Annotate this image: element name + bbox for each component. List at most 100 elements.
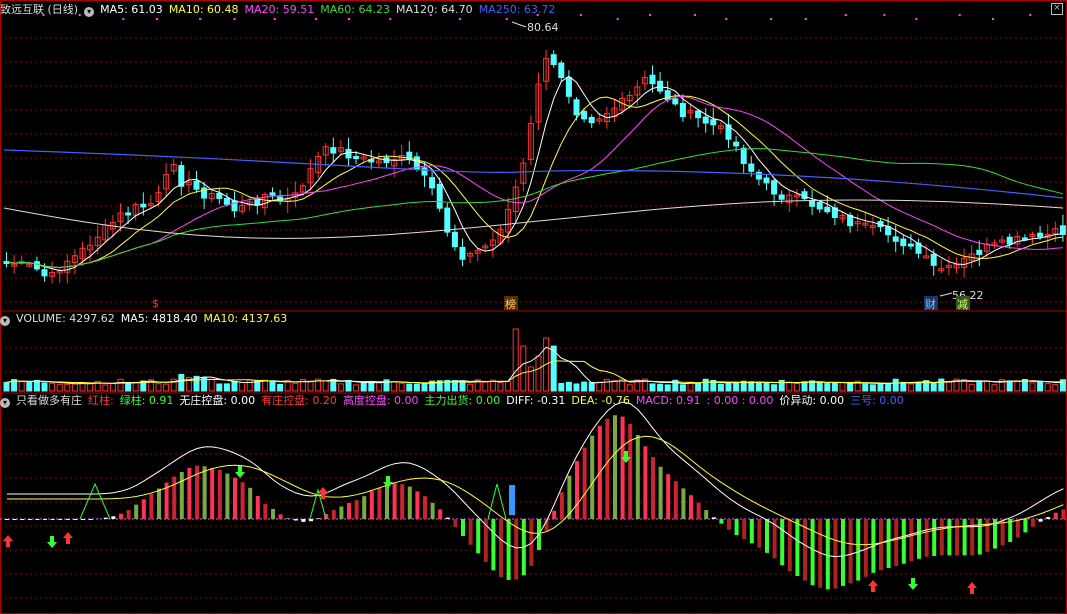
high-price-label: 80.64: [527, 21, 559, 34]
macd-bar: [5, 519, 9, 520]
red-up-arrow: [3, 535, 13, 547]
volume-bar: [885, 382, 892, 392]
ma-label-1: MA10: 60.48: [168, 3, 239, 16]
volume-bar: [816, 381, 823, 392]
volume-label-2: MA10: 4137.63: [203, 312, 288, 325]
volume-bar: [398, 382, 405, 392]
macd-bar: [901, 519, 906, 564]
volume-ma10-line: [6, 360, 1063, 384]
macd-bar: [263, 504, 268, 519]
volume-bar: [337, 383, 344, 392]
ma-label-0: MA5: 61.03: [100, 3, 163, 16]
macd-bar: [970, 519, 975, 556]
macd-bar: [1023, 519, 1028, 533]
volume-bar: [64, 383, 71, 392]
signal-dot: [233, 18, 236, 20]
stock-chart[interactable]: 80.6456.22$ 榜财减: [0, 0, 1067, 614]
macd-bar: [711, 517, 716, 519]
candle-body: [748, 163, 755, 172]
volume-bar: [307, 380, 314, 392]
macd-bar: [924, 519, 929, 557]
candle-body: [1037, 232, 1044, 238]
signal-dot: [122, 18, 125, 20]
macd-bar: [369, 491, 374, 519]
macd-bar: [187, 467, 192, 519]
candle-body: [771, 180, 778, 195]
candle-body: [885, 226, 892, 236]
volume-bar: [497, 381, 504, 392]
macd-bar: [696, 502, 701, 519]
macd-bar: [286, 518, 291, 519]
macd-bar: [620, 416, 625, 519]
candle-body: [900, 238, 907, 247]
volume-collapse-icon[interactable]: ▾: [0, 316, 10, 326]
volume-bar: [223, 383, 230, 392]
signal-dot: [315, 18, 318, 20]
indicator-collapse-icon[interactable]: ▾: [0, 398, 10, 408]
macd-bar: [886, 519, 891, 568]
macd-bar: [126, 510, 131, 519]
macd-bar: [347, 503, 351, 519]
candle-body: [330, 147, 337, 154]
macd-bar: [81, 519, 85, 520]
volume-bar: [581, 381, 588, 392]
volume-bar: [596, 381, 603, 392]
volume-bar: [702, 378, 709, 392]
marker-jian: 减: [957, 298, 968, 311]
candle-body: [193, 180, 200, 190]
volume-bar: [360, 382, 367, 392]
candle-body: [140, 203, 147, 208]
macd-bar: [430, 502, 435, 519]
candle-body: [816, 201, 823, 210]
indicator-label-9: : 0.00 : 0.00: [706, 394, 774, 407]
macd-bar: [149, 493, 154, 519]
macd-bar: [962, 519, 967, 556]
signal-dot: [1029, 14, 1032, 16]
macd-bar: [20, 519, 25, 520]
ma-label-5: MA250: 63.72: [478, 3, 556, 16]
volume-header: ▾ VOLUME: 4297.62 MA5: 4818.40 MA10: 4137.6…: [0, 311, 299, 327]
macd-bar: [88, 519, 93, 520]
macd-bar: [742, 519, 747, 540]
macd-bar: [552, 510, 557, 519]
volume-bar: [900, 381, 907, 392]
macd-bar: [309, 519, 313, 522]
macd-bar: [172, 476, 177, 519]
candle-body: [581, 110, 588, 120]
macd-bar: [643, 446, 648, 519]
volume-bar: [512, 328, 519, 392]
volume-label-1: MA5: 4818.40: [120, 312, 198, 325]
candle-body: [809, 199, 816, 207]
macd-bar: [331, 510, 336, 519]
volume-bar: [603, 378, 610, 392]
macd-bar: [476, 519, 481, 554]
macd-bar: [385, 484, 389, 519]
volume-bar: [915, 381, 922, 392]
volume-bar: [41, 382, 48, 392]
volume-bar: [406, 383, 413, 392]
macd-bar: [248, 487, 253, 519]
indicator-label-11: 三号: 0.00: [850, 394, 904, 407]
volume-bar: [33, 379, 40, 392]
close-icon[interactable]: ×: [1051, 3, 1063, 15]
volume-bar: [824, 383, 831, 392]
macd-bar: [841, 519, 845, 586]
signal-dot: [616, 18, 619, 20]
candle-body: [451, 231, 458, 248]
volume-bar: [793, 383, 800, 392]
macd-bar: [947, 519, 952, 556]
volume-bar: [664, 384, 671, 392]
volume-bar: [216, 383, 223, 392]
macd-bar: [559, 492, 564, 519]
volume-bar: [763, 382, 770, 392]
collapse-icon[interactable]: ▾: [84, 7, 95, 17]
macd-bar: [719, 519, 724, 524]
volume-bar: [49, 382, 56, 392]
volume-bar: [869, 384, 876, 392]
high-pointer: [511, 21, 527, 28]
macd-bar: [628, 423, 633, 519]
volume-bar: [877, 383, 884, 392]
macd-bar: [354, 500, 359, 519]
volume-bar: [261, 379, 268, 392]
macd-bar: [73, 519, 78, 520]
